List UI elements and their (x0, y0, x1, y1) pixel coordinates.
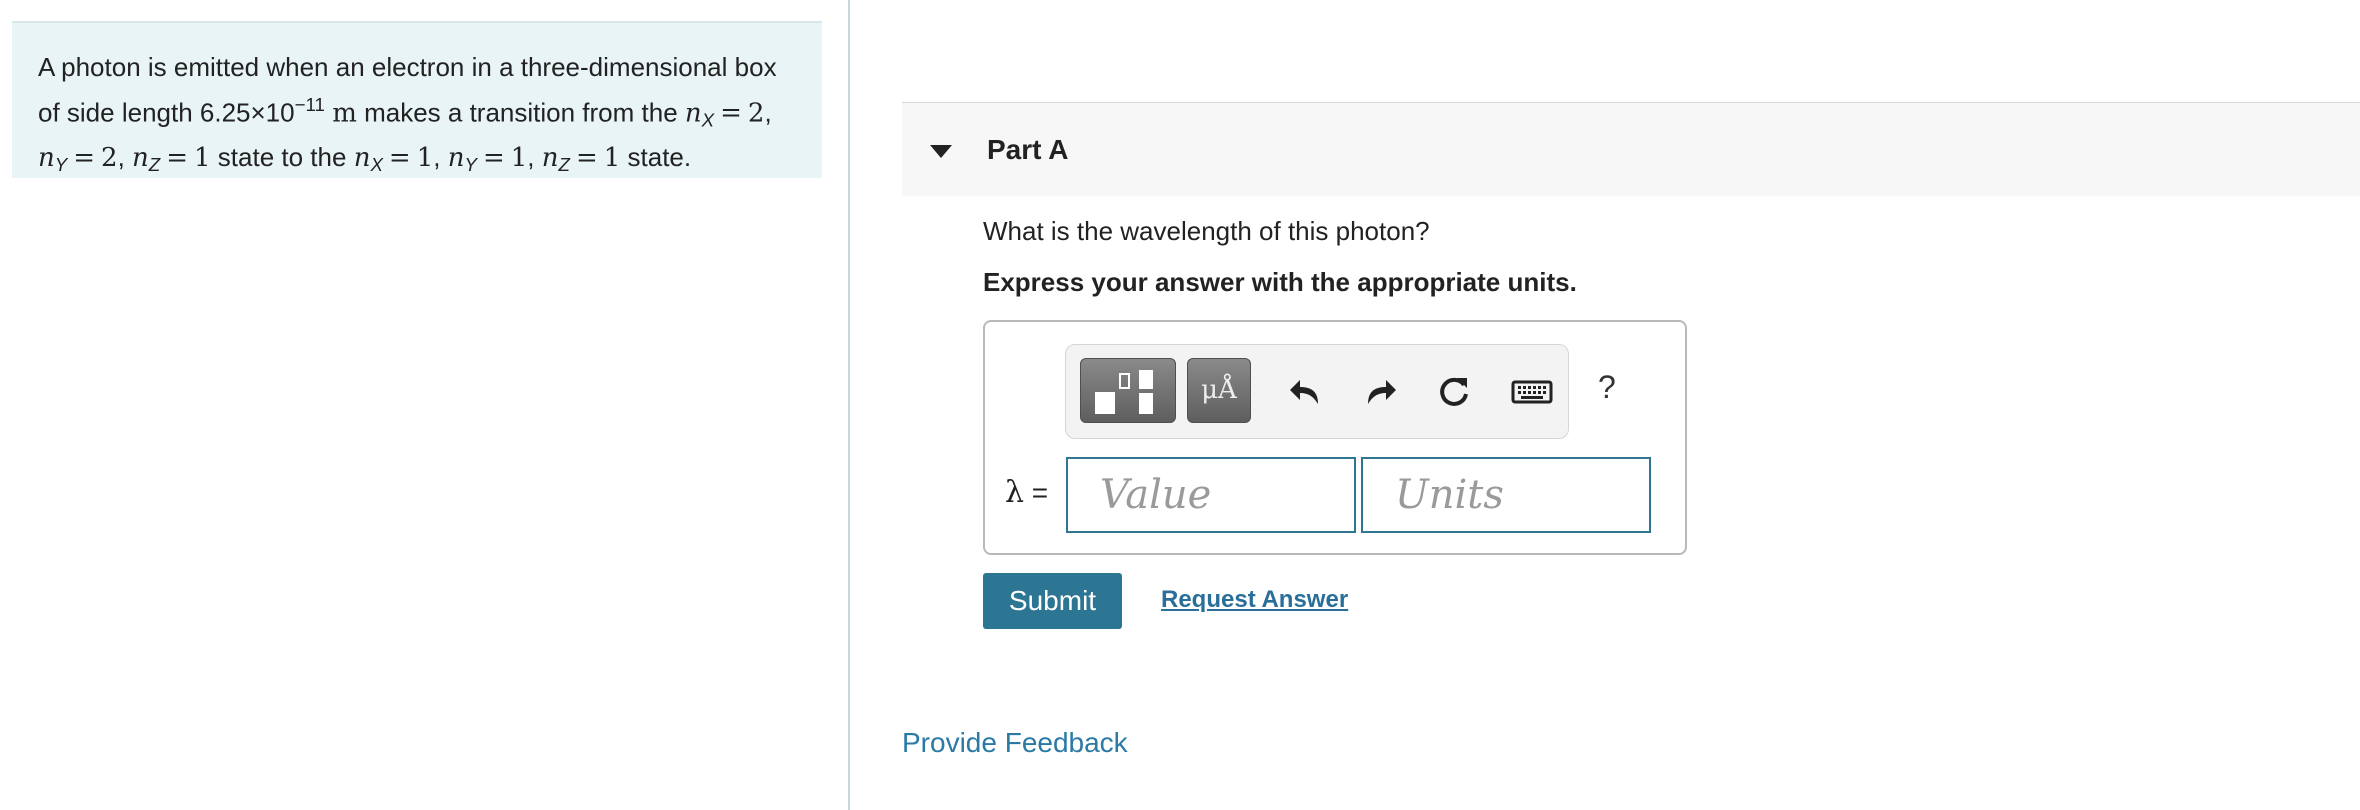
part-title: Part A (987, 134, 1069, 165)
request-answer-link[interactable]: Request Answer (1161, 586, 1348, 614)
template-top-box-icon (1139, 370, 1153, 389)
sub-y: Y (464, 153, 477, 175)
reset-icon[interactable] (1434, 370, 1474, 414)
side-length-exponent: −11 (294, 94, 325, 115)
redo-icon[interactable] (1360, 370, 1400, 414)
equals: = (73, 142, 96, 173)
units-input[interactable]: Units (1361, 457, 1651, 533)
problem-intro-text: A photon is emitted when an electron in … (38, 52, 777, 82)
state-end-text: state. (627, 141, 692, 172)
state-to-text: state to the (217, 141, 347, 172)
side-length-unit: m (332, 98, 357, 129)
var-n: n (38, 142, 55, 173)
panel-divider (848, 0, 850, 810)
var-n: n (353, 142, 371, 173)
part-header[interactable]: Part A (902, 102, 2360, 196)
equals: = (720, 98, 742, 129)
var-n: n (541, 142, 559, 173)
final-nx: 1 (416, 142, 434, 173)
var-n: n (684, 98, 702, 129)
sub-x: X (370, 153, 383, 175)
answer-equals: = (1031, 477, 1049, 508)
initial-nz: 1 (194, 142, 211, 173)
final-ny: 1 (510, 142, 528, 173)
answer-panel: μÅ ? λ = Value Units (983, 320, 1687, 555)
undo-icon[interactable] (1286, 370, 1326, 414)
equals: = (575, 142, 598, 173)
var-n: n (447, 142, 465, 173)
math-toolbar: μÅ ? (1065, 344, 1616, 439)
collapse-caret-icon[interactable] (930, 145, 952, 158)
problem-transition-text: makes a transition from the (364, 97, 678, 128)
provide-feedback-link[interactable]: Provide Feedback (902, 727, 1128, 759)
keyboard-icon[interactable] (1510, 370, 1554, 414)
initial-ny: 2 (101, 142, 118, 173)
var-n: n (132, 142, 149, 173)
template-left-box-icon (1095, 392, 1115, 414)
equals: = (388, 142, 411, 173)
side-length-mantissa: of side length 6.25×10 (38, 97, 295, 128)
value-input[interactable]: Value (1066, 457, 1356, 533)
units-symbol-label: μÅ (1201, 375, 1237, 405)
instruction-text: Express your answer with the appropriate… (983, 267, 1577, 297)
problem-statement: A photon is emitted when an electron in … (12, 21, 822, 178)
sub-x: X (701, 109, 715, 131)
problem-line-2: of side length 6.25×10−11 m makes a tran… (38, 94, 772, 131)
question-text: What is the wavelength of this photon? (983, 216, 1430, 246)
templates-button[interactable] (1080, 358, 1176, 423)
units-symbol-button[interactable]: μÅ (1187, 358, 1251, 423)
submit-button[interactable]: Submit (983, 573, 1122, 629)
sub-z: Z (148, 153, 161, 175)
equals: = (166, 142, 189, 173)
equals: = (482, 142, 505, 173)
sub-z: Z (558, 153, 570, 175)
template-small-box-icon (1119, 373, 1130, 389)
lambda-symbol: λ (1005, 475, 1025, 510)
answer-label: λ = (1005, 475, 1048, 510)
help-button[interactable]: ? (1598, 369, 1616, 406)
problem-line-1: A photon is emitted when an electron in … (38, 49, 802, 86)
problem-line-3: nY = 2, nZ = 1 state to the nX = 1, nY = 1, nZ = 1… (38, 141, 692, 175)
sub-y: Y (54, 153, 68, 175)
template-bottom-box-icon (1139, 393, 1153, 414)
initial-nx: 2 (747, 98, 765, 129)
final-nz: 1 (603, 142, 621, 173)
